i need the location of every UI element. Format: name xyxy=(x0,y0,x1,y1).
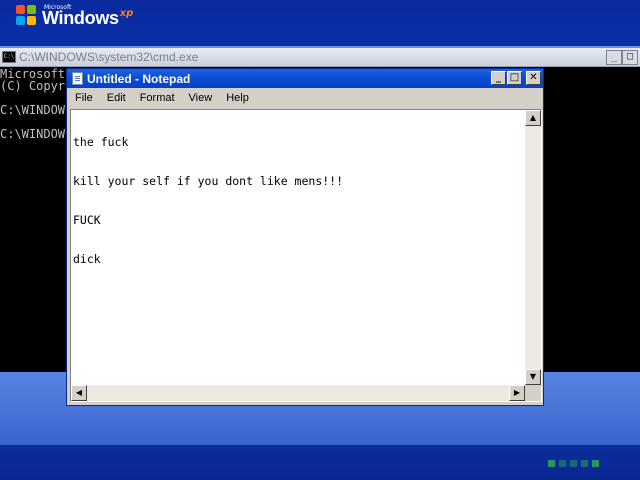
cmd-minimize-button[interactable]: _ xyxy=(606,50,622,65)
menu-edit[interactable]: Edit xyxy=(99,92,132,104)
cmd-maximize-button[interactable]: □ xyxy=(622,50,638,65)
text-line: kill your self if you dont like mens!!! xyxy=(73,174,344,188)
size-grip[interactable] xyxy=(525,385,541,401)
maximize-button[interactable]: □ xyxy=(507,71,522,85)
cmd-title-bar[interactable]: C:\ C:\WINDOWS\system32\cmd.exe _ □ xyxy=(0,48,640,67)
menu-bar: File Edit Format View Help xyxy=(67,89,543,107)
scroll-up-arrow-icon[interactable]: ▲ xyxy=(525,110,541,126)
logo-xp-text: xp xyxy=(119,8,134,19)
text-line: dick xyxy=(73,252,101,266)
minimize-button[interactable]: _ xyxy=(491,71,506,85)
logo-windows-text: Windows xyxy=(42,8,119,28)
text-line: FUCK xyxy=(73,213,101,227)
progress-block xyxy=(581,460,588,467)
menu-file[interactable]: File xyxy=(67,92,99,104)
text-editor-area[interactable]: the fuck kill your self if you dont like… xyxy=(70,109,542,402)
progress-block xyxy=(592,460,599,467)
boot-progress-indicator xyxy=(548,460,599,467)
notepad-window[interactable]: Untitled - Notepad _ □ ✕ File Edit Forma… xyxy=(66,68,544,406)
console-line: (C) Copyr xyxy=(0,79,66,93)
text-line: the fuck xyxy=(73,135,129,149)
progress-block xyxy=(559,460,566,467)
console-line: C:\WINDOW xyxy=(0,103,66,117)
notepad-icon xyxy=(72,72,83,85)
cmd-console-output[interactable]: Microsoft (C) Copyr C:\WINDOW C:\WINDOW xyxy=(0,68,65,146)
document-text[interactable]: the fuck kill your self if you dont like… xyxy=(73,110,343,292)
menu-help[interactable]: Help xyxy=(218,92,255,104)
menu-format[interactable]: Format xyxy=(132,92,181,104)
cmd-title: C:\WINDOWS\system32\cmd.exe xyxy=(19,50,199,64)
scroll-right-arrow-icon[interactable]: ▶ xyxy=(509,385,525,401)
notepad-title: Untitled - Notepad xyxy=(87,71,191,86)
boot-footer xyxy=(0,445,640,480)
scroll-left-arrow-icon[interactable]: ◀ xyxy=(71,385,87,401)
windows-xp-logo: Microsoft Windowsxp xyxy=(16,2,133,30)
progress-block xyxy=(548,460,555,467)
windows-flag-icon xyxy=(16,5,38,27)
vertical-scrollbar[interactable]: ▲ ▼ xyxy=(525,110,541,385)
console-icon: C:\ xyxy=(2,51,16,63)
progress-block xyxy=(570,460,577,467)
notepad-title-bar[interactable]: Untitled - Notepad _ □ ✕ xyxy=(67,69,543,88)
scroll-down-arrow-icon[interactable]: ▼ xyxy=(525,369,541,385)
menu-view[interactable]: View xyxy=(181,92,219,104)
horizontal-scrollbar[interactable]: ◀ ▶ xyxy=(71,385,525,401)
close-button[interactable]: ✕ xyxy=(526,71,541,85)
console-line: C:\WINDOW xyxy=(0,127,66,141)
